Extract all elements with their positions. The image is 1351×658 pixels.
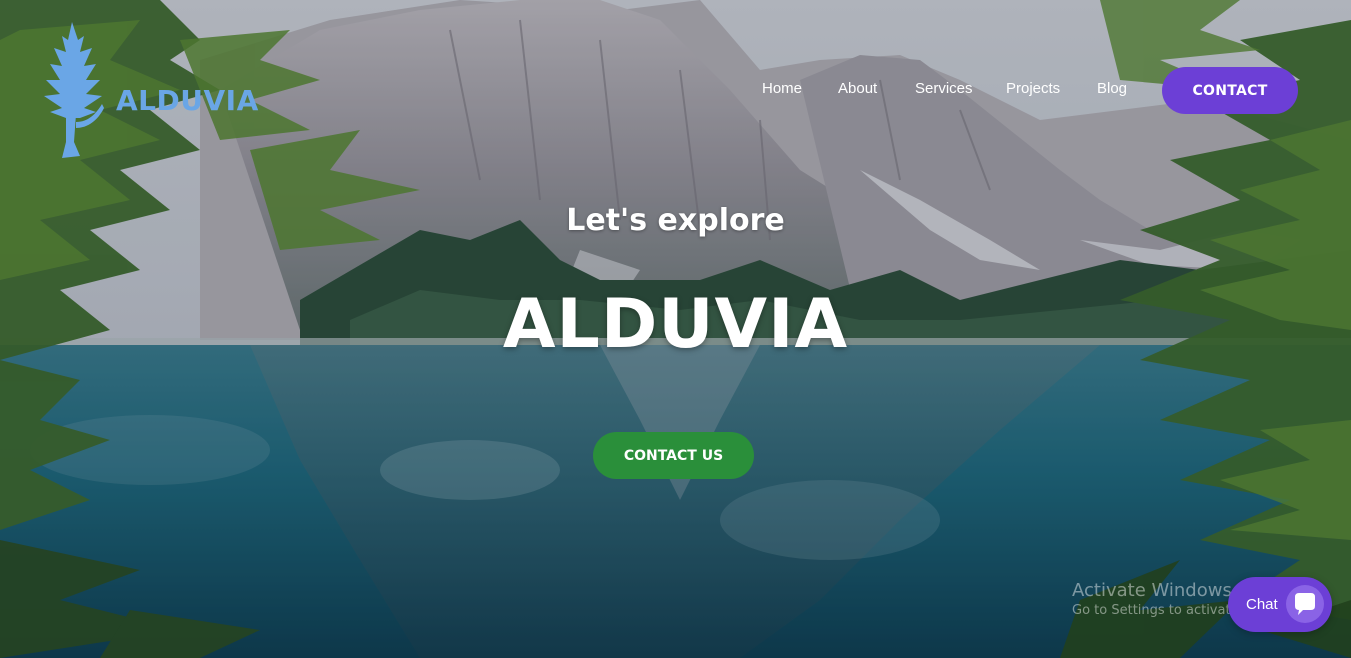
nav-link-home[interactable]: Home — [762, 80, 802, 97]
hero-tagline: Let's explore — [566, 203, 785, 238]
nav-link-about[interactable]: About — [838, 80, 877, 97]
brand-logo-text: ALDUVIA — [116, 84, 259, 117]
hero-section: ALDUVIA Home About Services Projects Blo… — [0, 0, 1351, 658]
nav-link-blog[interactable]: Blog — [1097, 80, 1127, 97]
chat-widget-button[interactable]: Chat — [1228, 577, 1332, 632]
brand-logo[interactable]: ALDUVIA — [36, 22, 266, 162]
chat-bubble-icon — [1286, 585, 1324, 623]
hero-title: ALDUVIA — [502, 285, 849, 364]
contact-button[interactable]: CONTACT — [1162, 67, 1298, 114]
nav-link-services[interactable]: Services — [915, 80, 973, 97]
chat-label: Chat — [1246, 596, 1278, 613]
contact-us-button[interactable]: CONTACT US — [593, 432, 754, 479]
pine-tree-icon — [44, 22, 104, 158]
nav-link-projects[interactable]: Projects — [1006, 80, 1060, 97]
